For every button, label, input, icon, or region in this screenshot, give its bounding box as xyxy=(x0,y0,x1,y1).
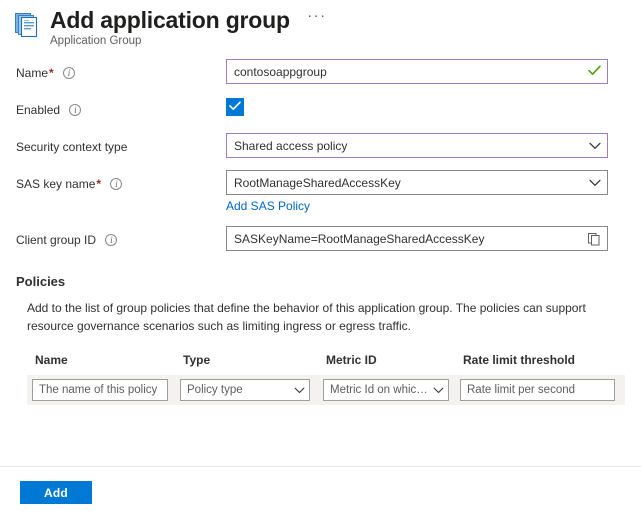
label-client-group-id-text: Client group ID xyxy=(16,233,97,247)
form-section: Name* i contosoappgroup Enabled i Securi… xyxy=(0,52,641,252)
required-asterisk: * xyxy=(96,177,102,191)
control-client-group-id: SASKeyName=RootManageSharedAccessKey xyxy=(226,226,608,251)
security-context-type-dropdown[interactable]: Shared access policy xyxy=(226,133,608,158)
name-input-value: contosoappgroup xyxy=(234,64,327,79)
page-header: Add application group ··· Application Gr… xyxy=(0,0,641,52)
label-name-text: Name xyxy=(16,66,49,80)
footer-bar: Add xyxy=(0,467,641,518)
label-sas-key-name: SAS key name* i xyxy=(16,170,226,196)
label-enabled: Enabled i xyxy=(16,96,226,122)
field-row-name: Name* i contosoappgroup xyxy=(0,59,641,85)
policies-table: Name Type Metric ID Rate limit threshold… xyxy=(16,353,625,405)
client-group-id-input[interactable]: SASKeyName=RootManageSharedAccessKey xyxy=(226,226,608,251)
sas-key-name-value: RootManageSharedAccessKey xyxy=(234,175,401,190)
label-name: Name* i xyxy=(16,59,226,85)
policies-description: Add to the list of group policies that d… xyxy=(27,301,586,333)
security-context-type-value: Shared access policy xyxy=(234,138,348,153)
enabled-checkbox[interactable] xyxy=(226,98,244,116)
add-button[interactable]: Add xyxy=(20,481,92,504)
column-header-metric-id: Metric ID xyxy=(326,353,377,367)
control-enabled xyxy=(226,96,608,116)
rate-limit-placeholder: Rate limit per second xyxy=(467,384,576,396)
cell-rate-limit: Rate limit per second xyxy=(455,379,625,401)
label-client-group-id: Client group ID i xyxy=(16,226,226,252)
policy-name-input[interactable]: The name of this policy xyxy=(32,379,168,401)
info-icon[interactable]: i xyxy=(105,234,118,246)
chevron-down-icon xyxy=(589,142,601,150)
field-row-enabled: Enabled i xyxy=(0,96,641,122)
application-group-icon xyxy=(12,10,42,40)
control-sas-key-name: RootManageSharedAccessKey Add SAS Policy xyxy=(226,170,608,215)
green-check-icon xyxy=(588,65,601,78)
column-header-rate-limit-threshold: Rate limit threshold xyxy=(463,353,576,367)
required-asterisk: * xyxy=(49,66,54,80)
more-options-icon[interactable]: ··· xyxy=(307,8,327,24)
field-row-security-context-type: Security context type Shared access poli… xyxy=(0,133,641,159)
policies-table-header: Name Type Metric ID Rate limit threshold xyxy=(27,353,617,375)
cell-metric-id: Metric Id on which ... xyxy=(318,379,455,401)
chevron-down-icon xyxy=(433,387,444,394)
control-security-context-type: Shared access policy xyxy=(226,133,608,158)
field-row-sas-key-name: SAS key name* i RootManageSharedAccessKe… xyxy=(0,170,641,215)
policies-title: Policies xyxy=(16,274,66,289)
info-icon[interactable]: i xyxy=(110,178,123,190)
add-sas-policy-link[interactable]: Add SAS Policy xyxy=(226,197,310,215)
chevron-down-icon xyxy=(294,387,305,394)
column-header-name: Name xyxy=(35,353,68,367)
policy-name-placeholder: The name of this policy xyxy=(39,384,158,396)
info-icon[interactable]: i xyxy=(63,67,76,79)
info-icon[interactable]: i xyxy=(69,104,82,116)
control-name: contosoappgroup xyxy=(226,59,608,84)
cell-policy-name: The name of this policy xyxy=(27,379,175,401)
cell-policy-type: Policy type xyxy=(175,379,318,401)
page-subtitle: Application Group xyxy=(50,35,142,47)
name-input[interactable]: contosoappgroup xyxy=(226,59,608,84)
chevron-down-icon xyxy=(589,179,601,187)
label-security-context-type: Security context type xyxy=(16,133,226,159)
policy-type-dropdown[interactable]: Policy type xyxy=(180,379,310,401)
metric-id-dropdown[interactable]: Metric Id on which ... xyxy=(323,379,449,401)
field-row-client-group-id: Client group ID i SASKeyName=RootManageS… xyxy=(0,226,641,252)
metric-id-placeholder: Metric Id on which ... xyxy=(330,384,430,396)
rate-limit-input[interactable]: Rate limit per second xyxy=(460,379,615,401)
checkmark-icon xyxy=(229,100,241,114)
policy-type-placeholder: Policy type xyxy=(187,384,243,396)
column-header-type: Type xyxy=(183,353,211,367)
label-sas-key-name-text: SAS key name xyxy=(16,177,96,191)
label-security-context-type-text: Security context type xyxy=(16,140,128,154)
label-enabled-text: Enabled xyxy=(16,103,61,117)
client-group-id-value: SASKeyName=RootManageSharedAccessKey xyxy=(234,231,485,246)
copy-icon[interactable] xyxy=(587,232,601,246)
policies-section: Policies Add to the list of group polici… xyxy=(0,263,641,405)
sas-key-name-dropdown[interactable]: RootManageSharedAccessKey xyxy=(226,170,608,195)
table-row: The name of this policy Policy type Metr… xyxy=(27,375,625,405)
page-title: Add application group xyxy=(50,7,290,33)
